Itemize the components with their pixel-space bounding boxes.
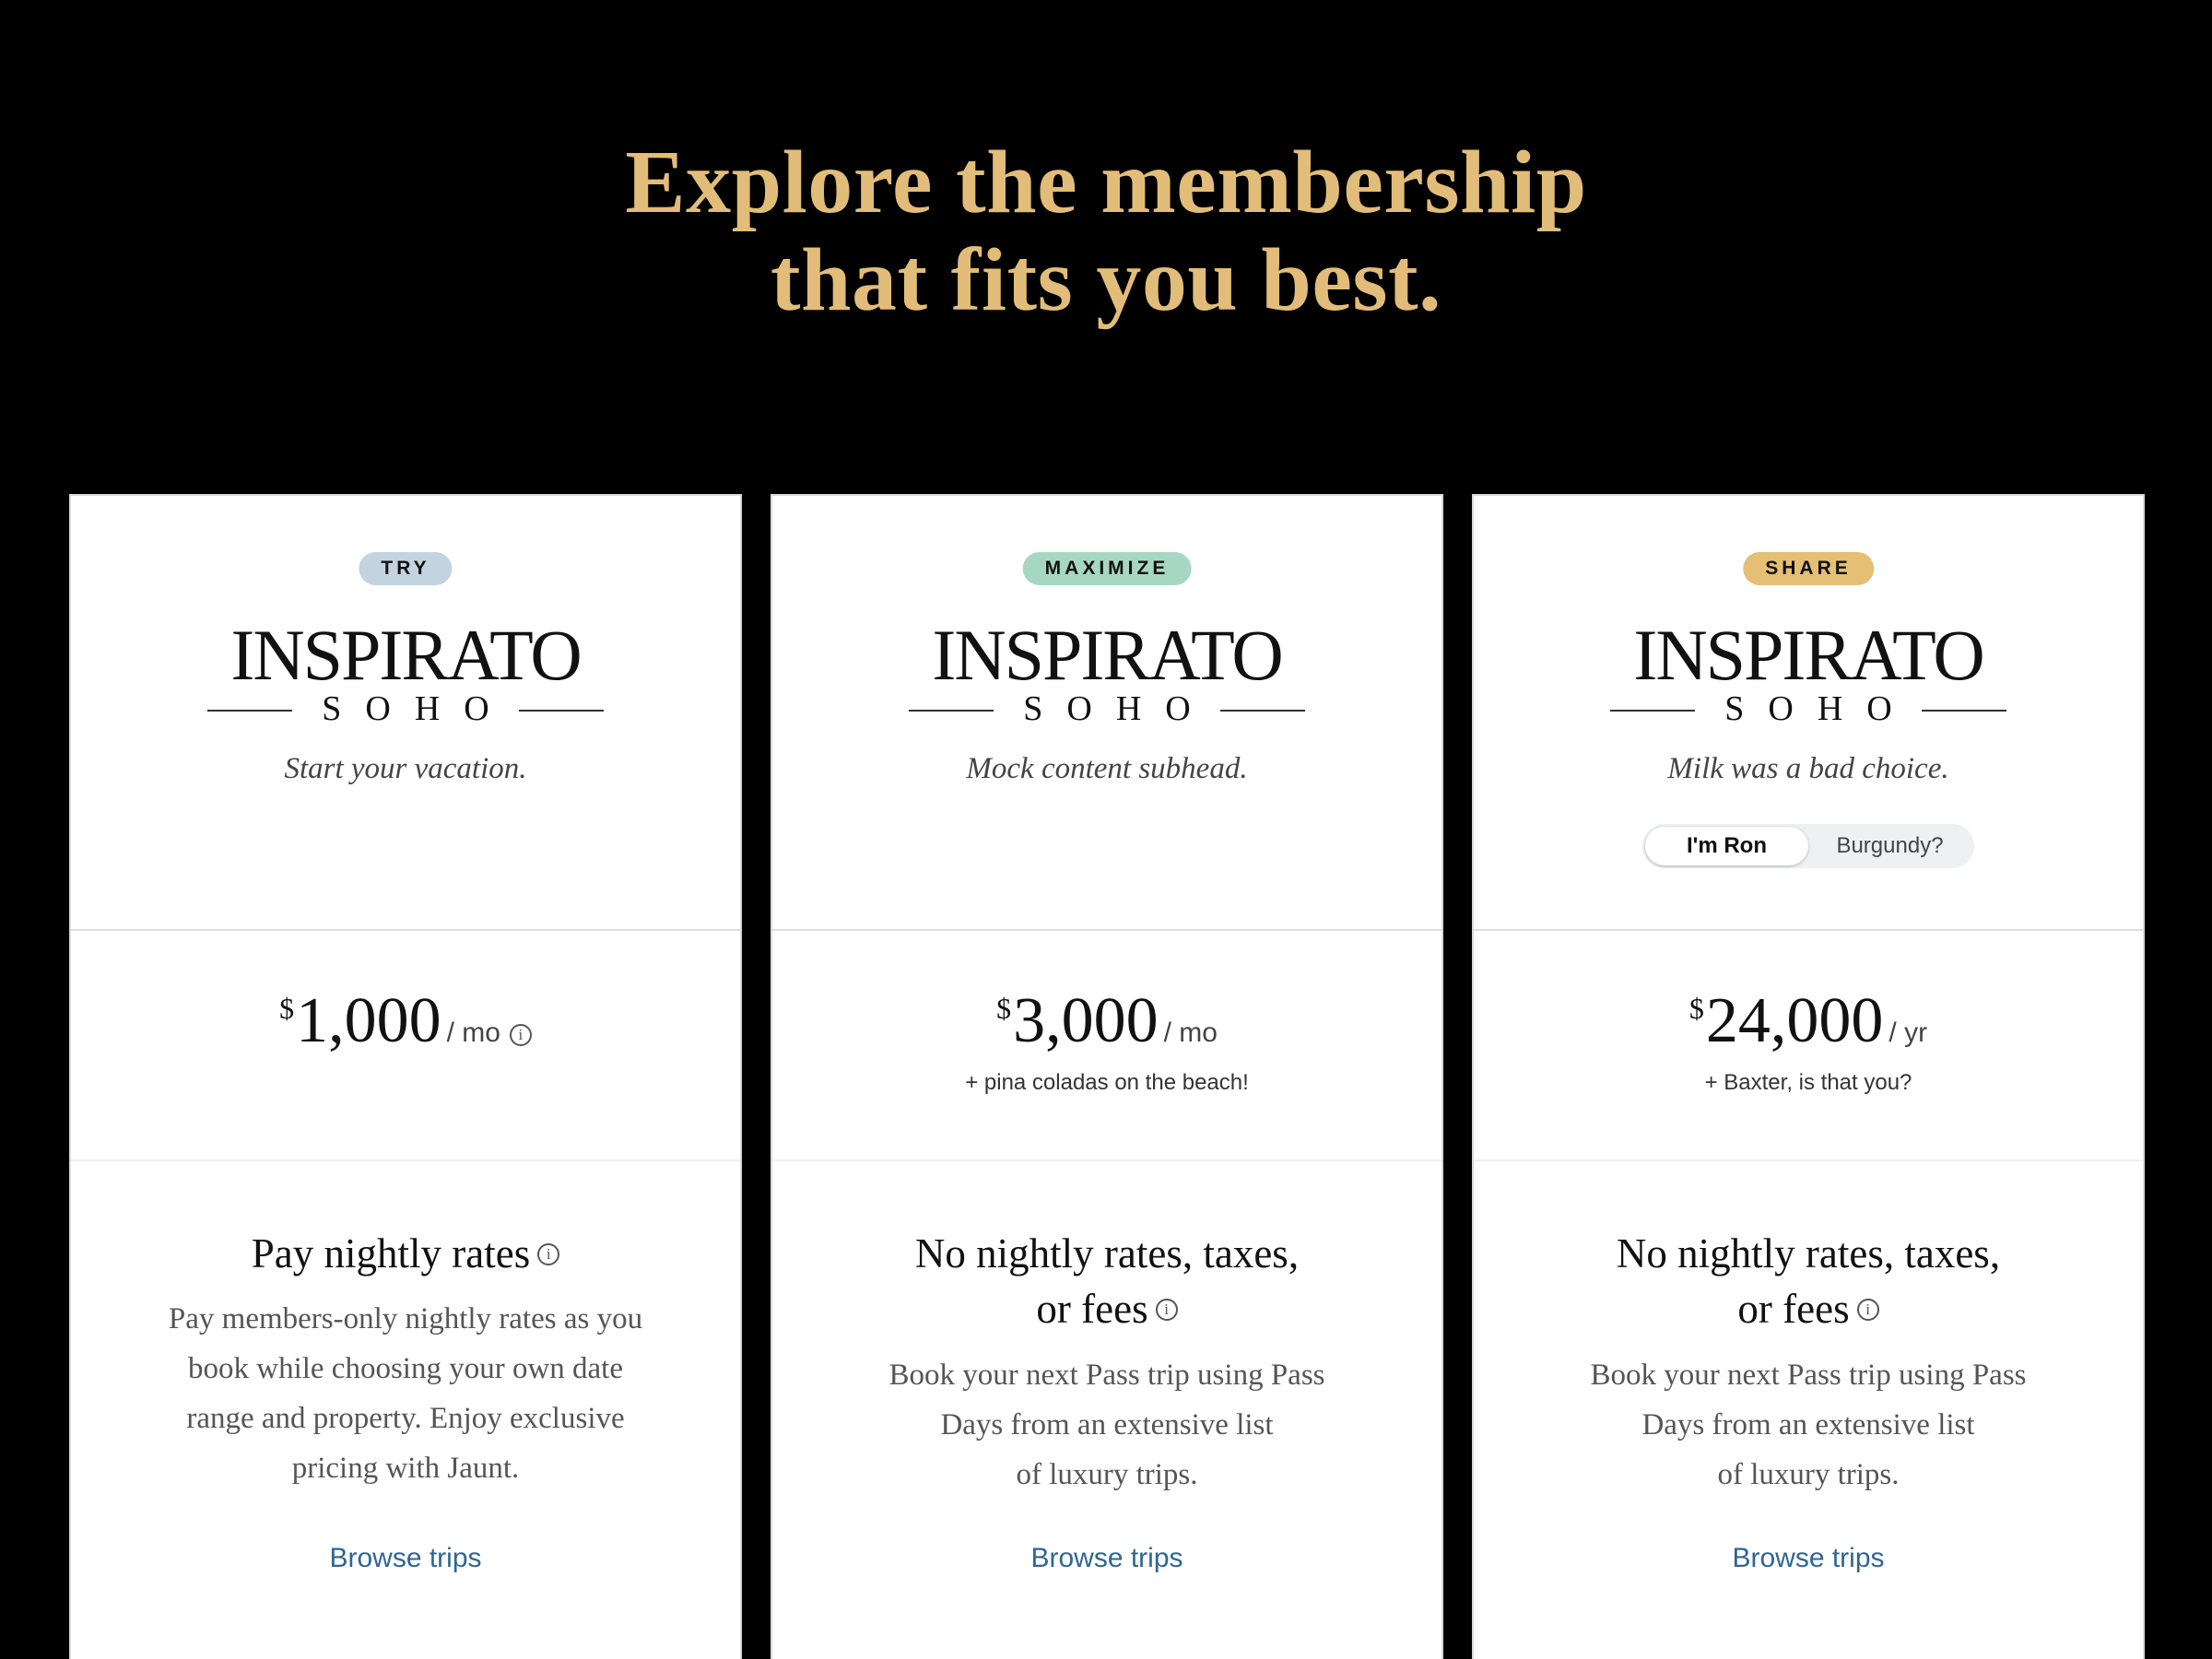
membership-card-try: TRY INSPIRATO SOHO Start your vacation. … bbox=[69, 494, 742, 1659]
logo-rule-left bbox=[909, 710, 994, 712]
currency-symbol: $ bbox=[279, 992, 295, 1025]
logo-rule-right bbox=[1922, 710, 2006, 712]
card-header: MAXIMIZE INSPIRATO SOHO Mock content sub… bbox=[772, 496, 1441, 929]
info-icon[interactable]: i bbox=[1856, 1298, 1879, 1321]
price-section: $24,000/ yr + Baxter, is that you? bbox=[1474, 929, 2143, 1159]
logo-rule-right bbox=[519, 710, 604, 712]
feature-body: Book your next Pass trip using Pass Days… bbox=[1538, 1350, 2078, 1500]
feature-title-text: or fees bbox=[1036, 1286, 1148, 1332]
price-amount: 1,000 bbox=[296, 985, 441, 1056]
feature-title-text: or fees bbox=[1737, 1286, 1850, 1332]
toggle-option-im-ron[interactable]: I'm Ron bbox=[1645, 827, 1808, 865]
feature-body-line: of luxury trips. bbox=[1717, 1458, 1900, 1491]
price-amount: 3,000 bbox=[1013, 985, 1159, 1056]
feature-title-line: Pay nightly rates bbox=[251, 1230, 531, 1277]
logo-sub-text: SOHO bbox=[1023, 689, 1215, 728]
card-subhead: Start your vacation. bbox=[284, 752, 527, 785]
segmented-toggle: I'm Ron Burgundy? bbox=[1642, 824, 1974, 868]
page-title-line-1: Explore the membership bbox=[625, 133, 1587, 232]
feature-body-line: Days from an extensive list bbox=[940, 1408, 1274, 1441]
price-period: / mo bbox=[446, 1018, 500, 1048]
tier-badge: SHARE bbox=[1743, 552, 1874, 585]
info-icon[interactable]: i bbox=[509, 1023, 532, 1046]
feature-title-line: No nightly rates, taxes, bbox=[914, 1230, 1300, 1277]
logo-subline: SOHO bbox=[904, 689, 1310, 728]
browse-trips-link[interactable]: Browse trips bbox=[71, 1543, 740, 1574]
toggle-option-burgundy[interactable]: Burgundy? bbox=[1808, 827, 1971, 865]
price-note: + Baxter, is that you? bbox=[1704, 1070, 1912, 1095]
feature-section: No nightly rates, taxes, or fees i Book y… bbox=[1474, 1159, 2143, 1659]
feature-body-line: range and property. Enjoy exclusive bbox=[186, 1402, 625, 1435]
logo-wordmark: INSPIRATO bbox=[230, 615, 582, 695]
feature-section: Pay nightly rates i Pay members-only nigh… bbox=[71, 1159, 740, 1659]
logo-rule-left bbox=[1610, 710, 1695, 712]
price: $1,000/ mo i bbox=[71, 984, 740, 1058]
card-header: TRY INSPIRATO SOHO Start your vacation. bbox=[71, 496, 740, 929]
logo-subline: SOHO bbox=[203, 689, 608, 728]
inspirato-soho-logo: INSPIRATO SOHO bbox=[904, 615, 1310, 726]
page-title-line-2: that fits you best. bbox=[770, 230, 1442, 330]
inspirato-soho-logo: INSPIRATO SOHO bbox=[1606, 615, 2011, 726]
feature-title: No nightly rates, taxes, or fees i bbox=[837, 1226, 1377, 1336]
logo-subline: SOHO bbox=[1606, 689, 2011, 728]
feature-body-line: Days from an extensive list bbox=[1641, 1408, 1975, 1441]
currency-symbol: $ bbox=[1688, 992, 1704, 1025]
tier-badge: TRY bbox=[359, 552, 453, 585]
feature-title-line-2: or fees i bbox=[837, 1281, 1377, 1336]
feature-body-line: Book your next Pass trip using Pass bbox=[1590, 1359, 2027, 1392]
feature-body-line: Book your next Pass trip using Pass bbox=[888, 1359, 1325, 1392]
price: $3,000/ mo bbox=[772, 984, 1441, 1058]
browse-trips-link[interactable]: Browse trips bbox=[772, 1543, 1441, 1574]
inspirato-soho-logo: INSPIRATO SOHO bbox=[203, 615, 608, 726]
feature-body: Pay members-only nightly rates as you bo… bbox=[135, 1294, 676, 1493]
feature-title-line-2: or fees i bbox=[1538, 1281, 2078, 1336]
card-subhead: Mock content subhead. bbox=[966, 752, 1248, 785]
price: $24,000/ yr bbox=[1474, 984, 2143, 1058]
feature-body-line: book while choosing your own date bbox=[187, 1352, 623, 1385]
logo-wordmark: INSPIRATO bbox=[1633, 615, 1984, 695]
price-section: $3,000/ mo + pina coladas on the beach! bbox=[772, 929, 1441, 1159]
membership-card-share: SHARE INSPIRATO SOHO Milk was a bad choi… bbox=[1472, 494, 2145, 1659]
feature-title-line: No nightly rates, taxes, bbox=[1616, 1230, 2001, 1277]
feature-body-line: Pay members-only nightly rates as you bbox=[168, 1302, 643, 1335]
price-note: + pina coladas on the beach! bbox=[965, 1070, 1249, 1095]
logo-wordmark: INSPIRATO bbox=[932, 615, 1283, 695]
price-amount: 24,000 bbox=[1705, 985, 1884, 1056]
card-header: SHARE INSPIRATO SOHO Milk was a bad choi… bbox=[1474, 496, 2143, 929]
browse-trips-link[interactable]: Browse trips bbox=[1474, 1543, 2143, 1574]
feature-title: Pay nightly rates i bbox=[135, 1226, 676, 1281]
tier-badge: MAXIMIZE bbox=[1022, 552, 1192, 585]
feature-section: No nightly rates, taxes, or fees i Book y… bbox=[772, 1159, 1441, 1659]
logo-sub-text: SOHO bbox=[322, 689, 513, 728]
price-section: $1,000/ mo i bbox=[71, 929, 740, 1159]
logo-sub-text: SOHO bbox=[1724, 689, 1916, 728]
feature-body: Book your next Pass trip using Pass Days… bbox=[837, 1350, 1377, 1500]
info-icon[interactable]: i bbox=[537, 1242, 560, 1265]
membership-card-maximize: MAXIMIZE INSPIRATO SOHO Mock content sub… bbox=[771, 494, 1443, 1659]
currency-symbol: $ bbox=[996, 992, 1012, 1025]
card-subhead: Milk was a bad choice. bbox=[1667, 752, 1949, 785]
logo-rule-right bbox=[1220, 710, 1305, 712]
feature-title: No nightly rates, taxes, or fees i bbox=[1538, 1226, 2078, 1336]
feature-body-line: of luxury trips. bbox=[1016, 1458, 1198, 1491]
feature-body-line: pricing with Jaunt. bbox=[291, 1452, 520, 1485]
logo-rule-left bbox=[207, 710, 292, 712]
price-period: / yr bbox=[1888, 1018, 1928, 1048]
info-icon[interactable]: i bbox=[1155, 1298, 1178, 1321]
page-title: Explore the membership that fits you bes… bbox=[0, 134, 2212, 329]
price-period: / mo bbox=[1163, 1018, 1218, 1048]
